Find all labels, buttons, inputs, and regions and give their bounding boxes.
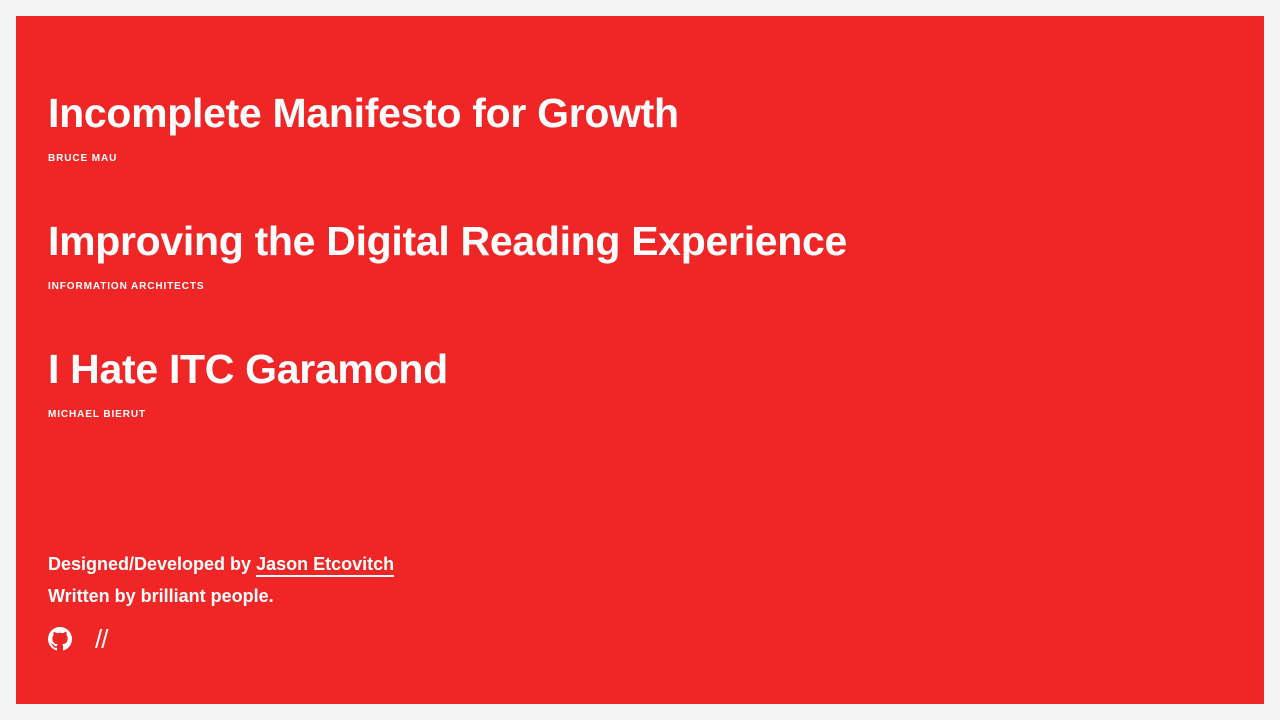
article-list: Incomplete Manifesto for Growth BRUCE MA…	[48, 90, 1232, 474]
github-icon[interactable]	[48, 627, 72, 651]
written-by-line: Written by brilliant people.	[48, 586, 274, 606]
article-item: I Hate ITC Garamond MICHAEL BIERUT	[48, 346, 1232, 474]
article-title-link[interactable]: I Hate ITC Garamond	[48, 346, 448, 392]
article-author: BRUCE MAU	[48, 153, 118, 164]
article-author: INFORMATION ARCHITECTS	[48, 281, 205, 292]
credits-line: Designed/Developed by Jason Etcovitch	[48, 548, 395, 580]
article-item: Incomplete Manifesto for Growth BRUCE MA…	[48, 90, 1232, 218]
article-title-link[interactable]: Improving the Digital Reading Experience	[48, 218, 847, 264]
main-panel: Incomplete Manifesto for Growth BRUCE MA…	[16, 16, 1264, 704]
slash-link[interactable]: //	[95, 626, 108, 652]
article-item: Improving the Digital Reading Experience…	[48, 218, 1232, 346]
designer-link[interactable]: Jason Etcovitch	[256, 554, 395, 577]
credits-prefix: Designed/Developed by	[48, 554, 257, 574]
article-title-link[interactable]: Incomplete Manifesto for Growth	[48, 90, 679, 136]
site-footer: Designed/Developed by Jason Etcovitch Wr…	[48, 548, 395, 652]
article-author: MICHAEL BIERUT	[48, 409, 146, 420]
footer-icons: //	[48, 626, 394, 652]
